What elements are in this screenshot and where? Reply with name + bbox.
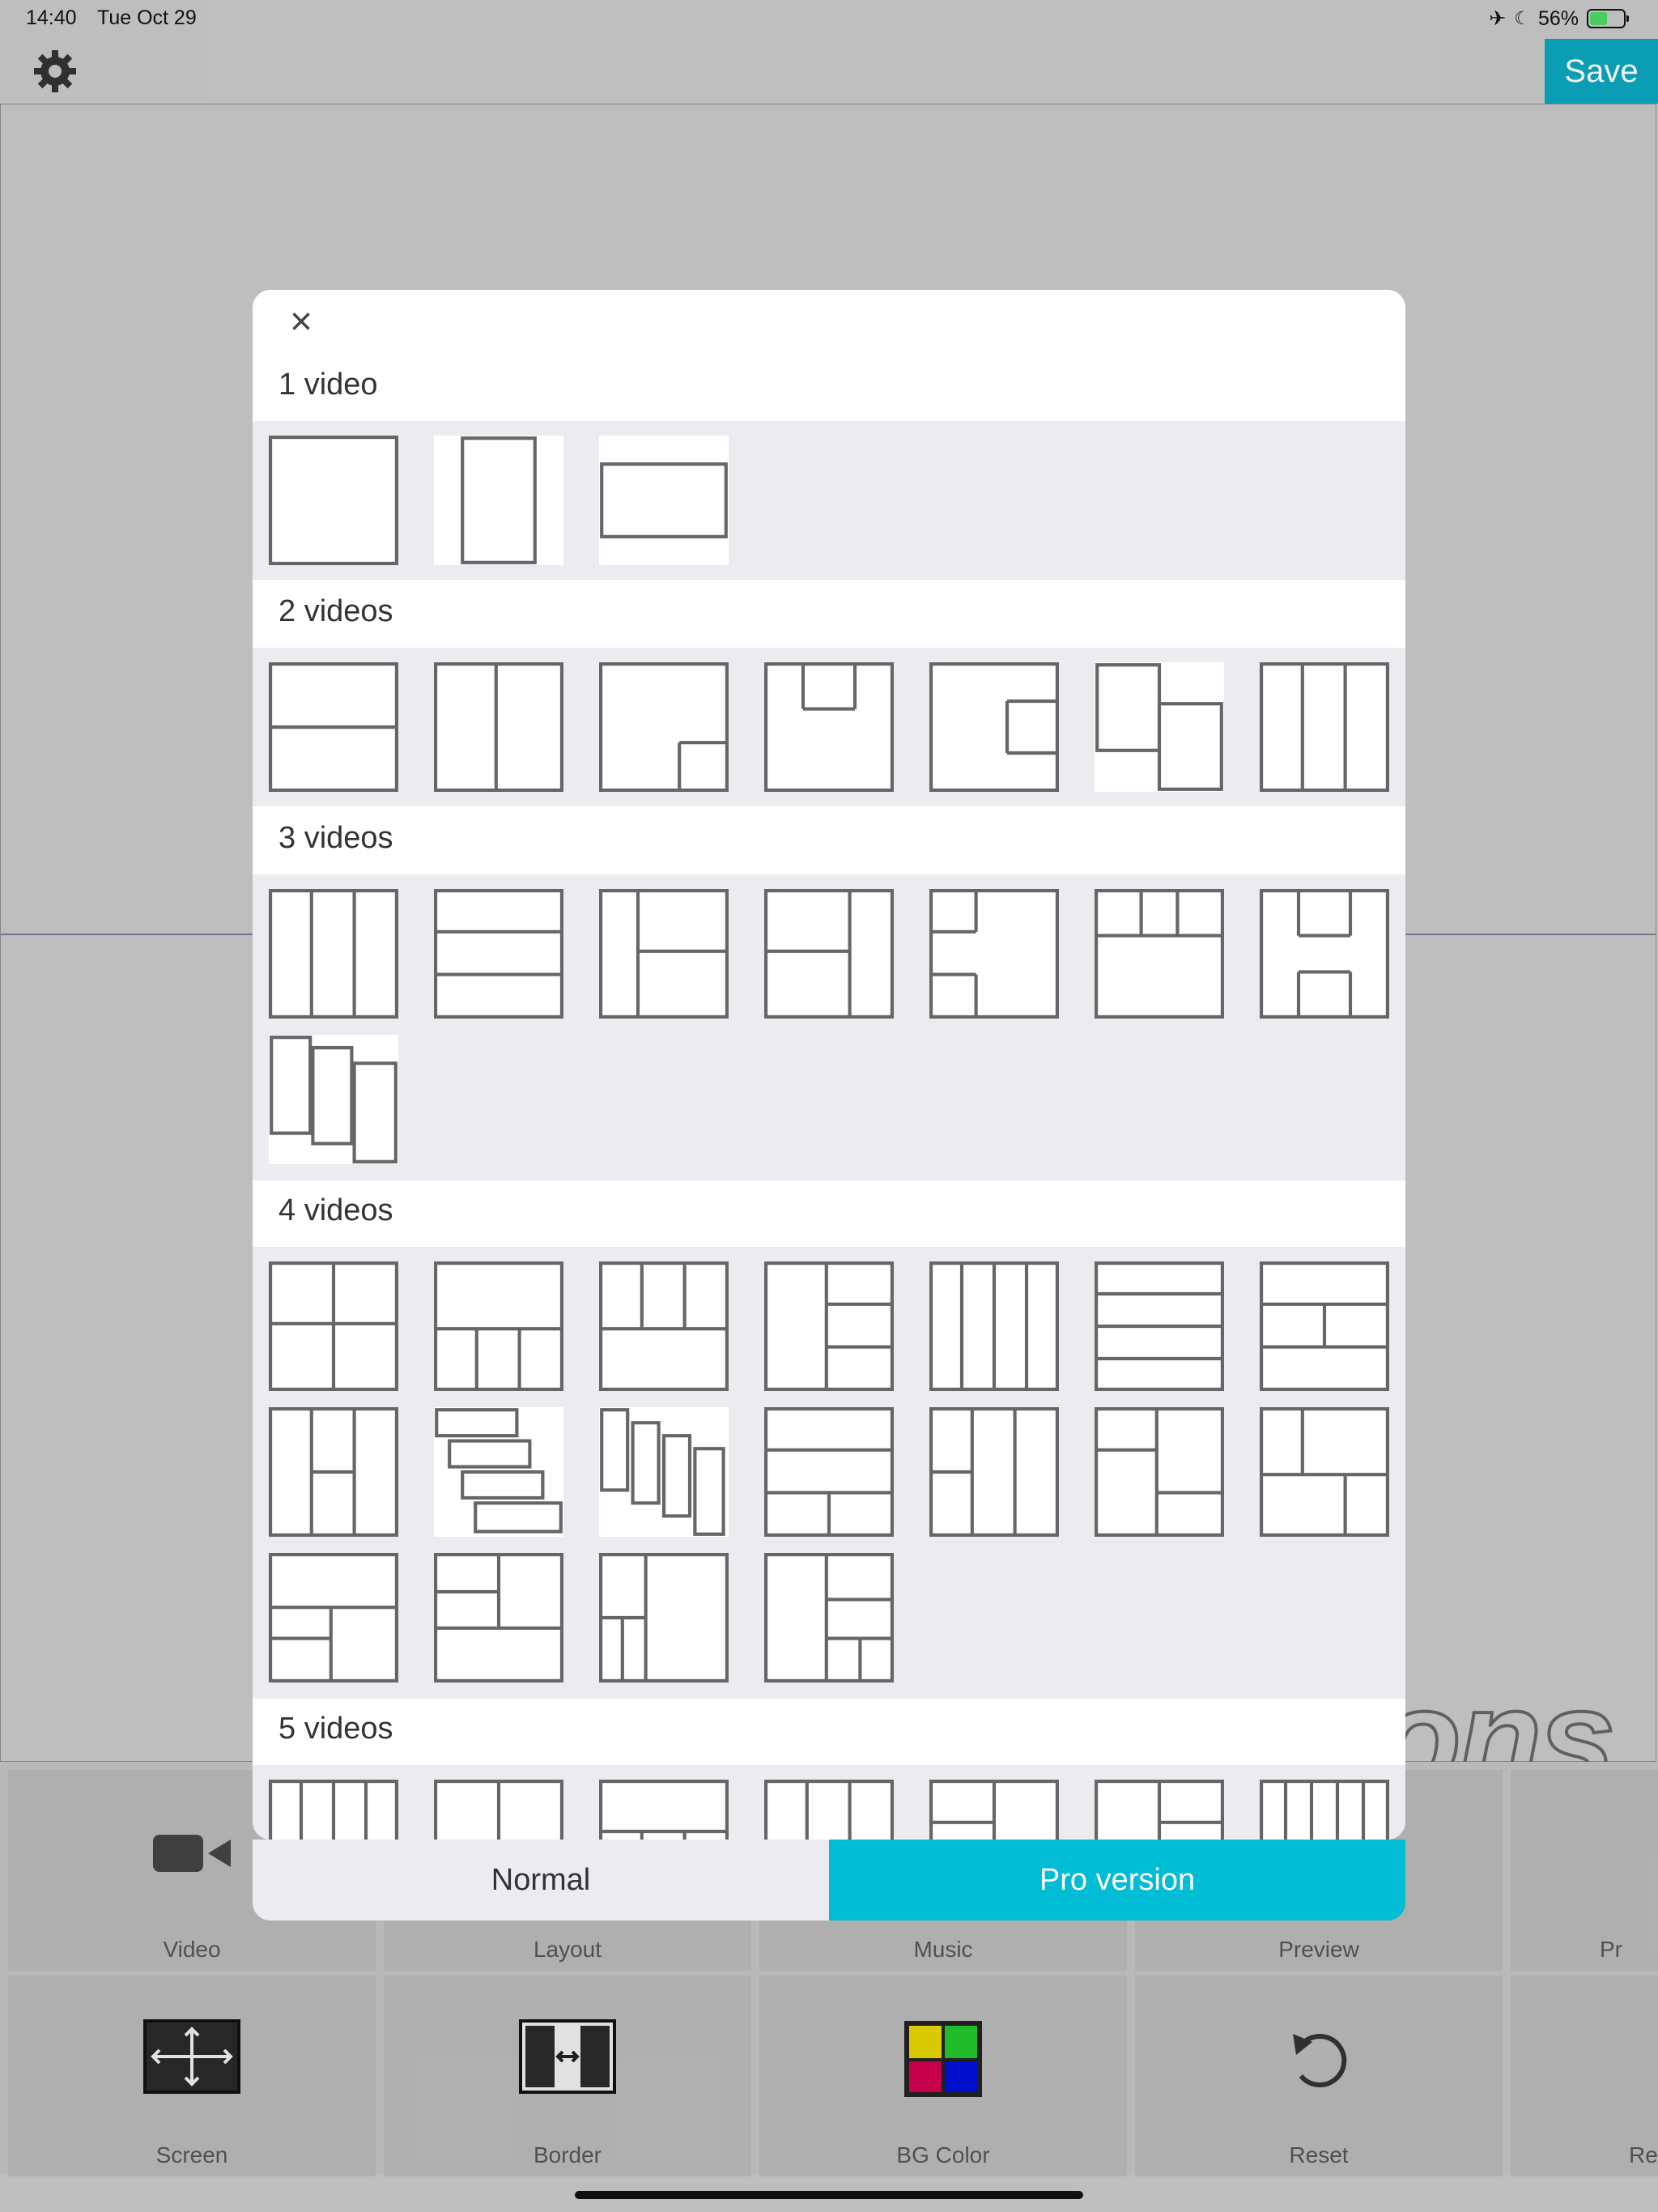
layout-chooser-modal: × 1 video 2 videos 3 videos 4 videos 5 v…: [253, 290, 1405, 1840]
layout-option[interactable]: [269, 436, 398, 565]
layout-option[interactable]: [1095, 889, 1224, 1019]
layout-option[interactable]: [764, 1261, 894, 1391]
layout-option[interactable]: [434, 1407, 563, 1537]
layout-option[interactable]: [1260, 1261, 1389, 1391]
layout-option[interactable]: [929, 1780, 1059, 1840]
layout-option[interactable]: [434, 436, 563, 565]
layout-option[interactable]: [269, 1780, 398, 1840]
pro-version-tab[interactable]: Pro version: [829, 1840, 1405, 1921]
layout-option[interactable]: [1260, 1407, 1389, 1537]
layout-option[interactable]: [929, 662, 1059, 792]
layout-option[interactable]: [599, 1553, 729, 1682]
layout-option[interactable]: [269, 662, 398, 792]
layout-option[interactable]: [434, 1553, 563, 1682]
layout-option[interactable]: [1095, 662, 1224, 792]
normal-tab[interactable]: Normal: [253, 1840, 829, 1921]
layout-option[interactable]: [434, 662, 563, 792]
layout-option[interactable]: [764, 1780, 894, 1840]
layout-option[interactable]: [434, 1261, 563, 1391]
layout-option[interactable]: [1095, 1261, 1224, 1391]
layout-option[interactable]: [1260, 1780, 1389, 1840]
layout-option[interactable]: [764, 662, 894, 792]
layout-option[interactable]: [269, 1261, 398, 1391]
layout-option[interactable]: [434, 889, 563, 1019]
layout-option[interactable]: [269, 1035, 398, 1164]
layout-option[interactable]: [1260, 662, 1389, 792]
layout-option[interactable]: [764, 1407, 894, 1537]
layout-option[interactable]: [599, 1780, 729, 1840]
layout-option[interactable]: [434, 1780, 563, 1840]
layout-option[interactable]: [599, 1261, 729, 1391]
layout-option[interactable]: [269, 1553, 398, 1682]
layout-option[interactable]: [929, 1261, 1059, 1391]
layout-option[interactable]: [929, 1407, 1059, 1537]
section-title-1: 1 video: [278, 368, 378, 402]
layout-option[interactable]: [599, 436, 729, 565]
layout-option[interactable]: [929, 889, 1059, 1019]
modal-footer: Normal Pro version: [253, 1840, 1405, 1921]
layout-option[interactable]: [269, 889, 398, 1019]
section-title-2: 2 videos: [278, 594, 393, 628]
section-title-4: 4 videos: [278, 1193, 393, 1227]
close-icon[interactable]: ×: [285, 303, 317, 342]
layout-option[interactable]: [599, 1407, 729, 1537]
layout-option[interactable]: [1095, 1780, 1224, 1840]
layout-option[interactable]: [764, 889, 894, 1019]
layout-option[interactable]: [1095, 1407, 1224, 1537]
layout-option[interactable]: [764, 1553, 894, 1682]
layout-option[interactable]: [599, 662, 729, 792]
layout-option[interactable]: [269, 1407, 398, 1537]
section-title-5: 5 videos: [278, 1712, 393, 1746]
section-title-3: 3 videos: [278, 821, 393, 855]
layout-option[interactable]: [1260, 889, 1389, 1019]
section-band-1: [253, 421, 1405, 580]
layout-option[interactable]: [599, 889, 729, 1019]
